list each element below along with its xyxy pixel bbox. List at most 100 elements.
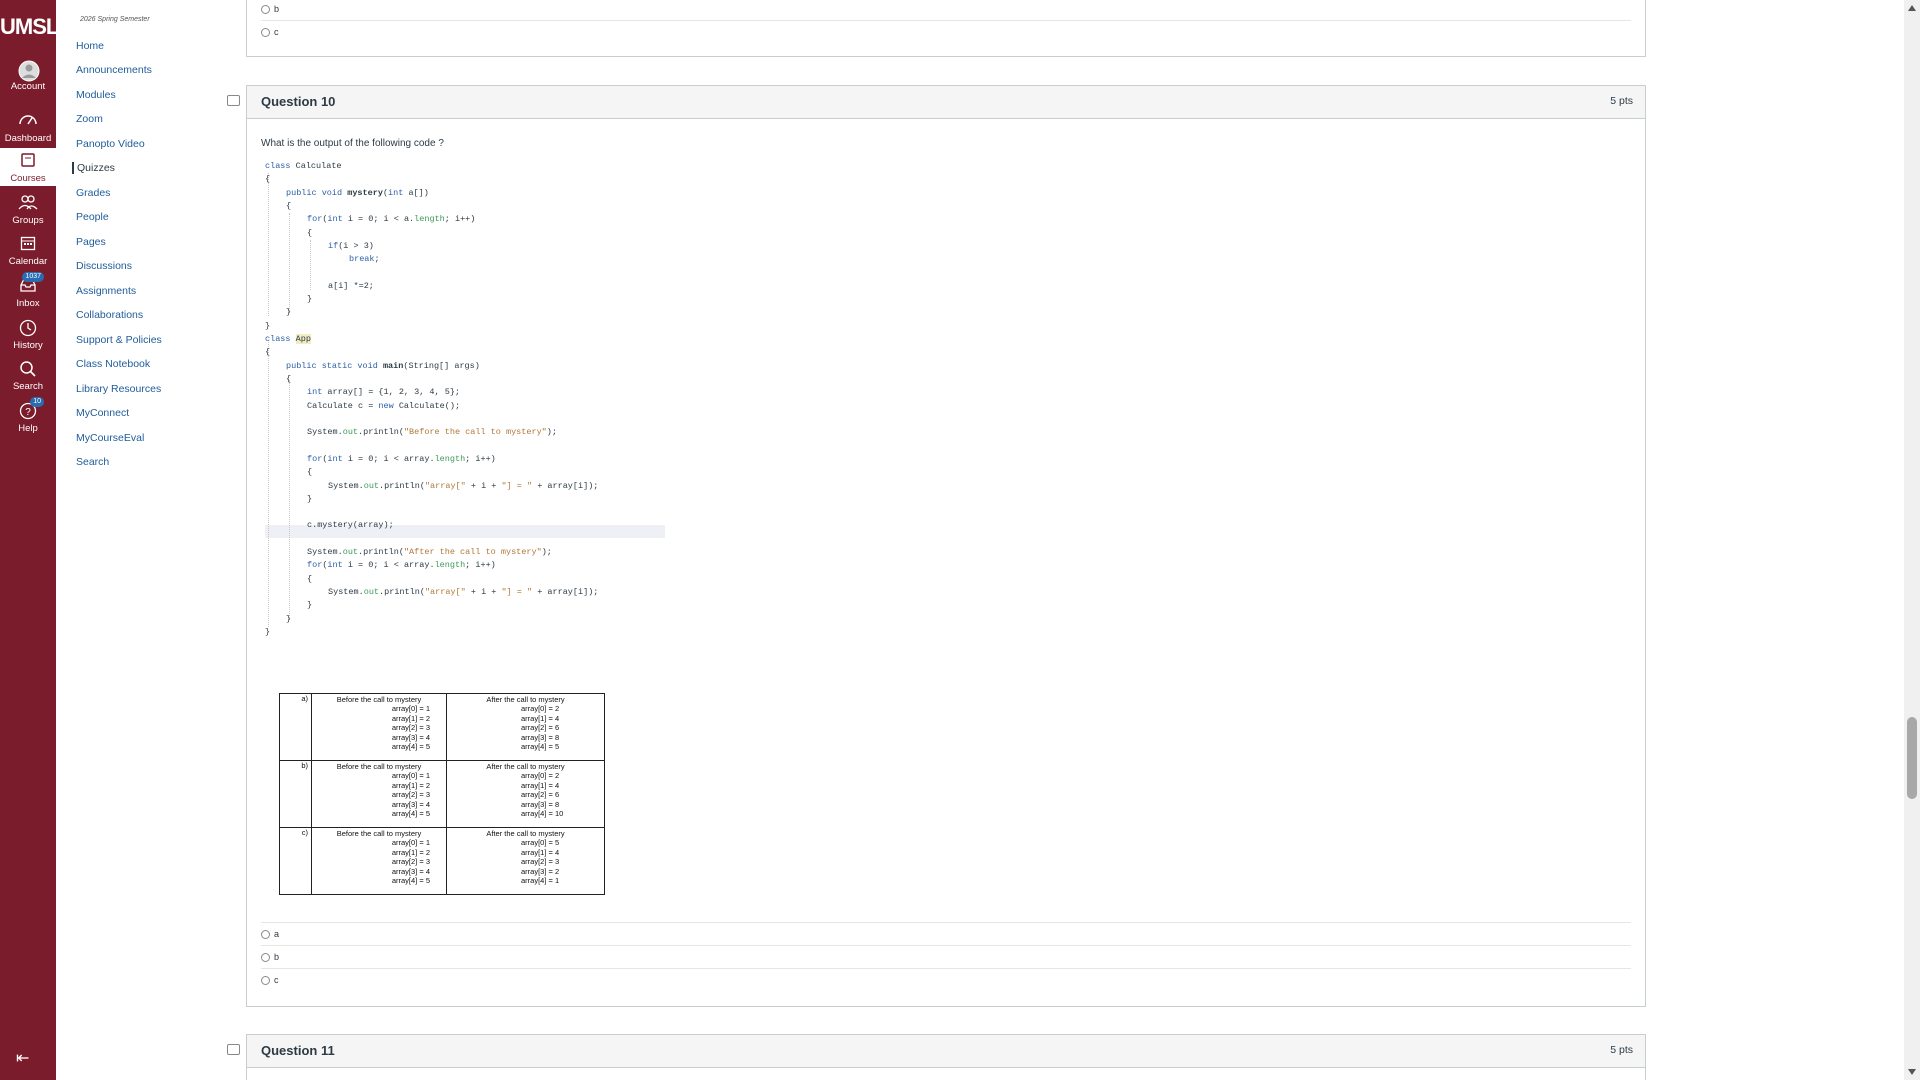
option-after-title: After the call to mystery xyxy=(486,695,565,704)
option-after-title: After the call to mystery xyxy=(486,762,565,771)
answer-label: b xyxy=(274,952,280,962)
nav-calendar[interactable]: Calendar xyxy=(0,235,56,267)
scrollbar-thumb[interactable] xyxy=(1907,717,1917,799)
dashboard-icon xyxy=(18,112,38,130)
page-scrollbar[interactable] xyxy=(1904,0,1920,1080)
course-nav-myconnect[interactable]: MyConnect xyxy=(76,407,129,419)
array-value: array[1] = 4 xyxy=(521,713,560,723)
array-value: array[3] = 4 xyxy=(391,799,430,809)
course-nav-support[interactable]: Support & Policies xyxy=(76,334,162,346)
option-before-title: Before the call to mystery xyxy=(336,695,422,704)
array-value: array[2] = 6 xyxy=(521,723,560,733)
course-nav-collaborations[interactable]: Collaborations xyxy=(76,309,143,321)
array-value: array[1] = 2 xyxy=(391,713,430,723)
nav-history[interactable]: History xyxy=(0,319,56,351)
inbox-icon: 1037 xyxy=(18,272,44,295)
calendar-icon xyxy=(18,235,38,253)
course-nav-class-notebook[interactable]: Class Notebook xyxy=(76,358,150,370)
indent-guide xyxy=(268,173,269,316)
svg-text:?: ? xyxy=(25,407,31,418)
option-before-title: Before the call to mystery xyxy=(336,829,422,838)
nav-dashboard[interactable]: Dashboard xyxy=(0,112,56,144)
answer-option[interactable]: a xyxy=(261,922,1631,946)
indent-guide xyxy=(289,380,290,620)
array-value: array[0] = 5 xyxy=(521,838,560,847)
answer-radio[interactable] xyxy=(261,953,270,962)
array-value: array[2] = 3 xyxy=(391,723,430,733)
answer-radio[interactable] xyxy=(261,976,270,985)
array-value: array[2] = 3 xyxy=(391,790,430,800)
question-title: Question 10 xyxy=(261,94,336,109)
course-nav-zoom[interactable]: Zoom xyxy=(76,113,103,125)
option-before-title: Before the call to mystery xyxy=(336,762,422,771)
umsl-logo[interactable]: UMSL xyxy=(0,14,59,40)
array-value: array[4] = 10 xyxy=(521,809,564,819)
answer-radio[interactable] xyxy=(261,930,270,939)
nav-inbox[interactable]: 1037 Inbox xyxy=(0,272,56,309)
option-letter: c) xyxy=(279,827,312,895)
question-points: 5 pts xyxy=(1610,1044,1633,1056)
array-value: array[1] = 4 xyxy=(521,847,560,857)
array-value: array[3] = 8 xyxy=(521,732,560,742)
array-value: array[3] = 8 xyxy=(521,799,560,809)
answer-label: c xyxy=(274,27,279,37)
scroll-down-icon[interactable] xyxy=(1908,1069,1916,1075)
course-nav-search[interactable]: Search xyxy=(76,456,109,468)
course-nav-discussions[interactable]: Discussions xyxy=(76,260,132,272)
array-value: array[3] = 4 xyxy=(391,866,430,876)
option-before-cell: Before the call to mystery array[0] = 1 … xyxy=(311,693,447,761)
nav-help[interactable]: ? 10 Help xyxy=(0,397,56,434)
array-value: array[2] = 6 xyxy=(521,790,560,800)
answer-label: c xyxy=(274,975,279,985)
course-nav-mycourseeval[interactable]: MyCourseEval xyxy=(76,432,144,444)
collapse-nav-icon[interactable]: ⇤ xyxy=(16,1048,29,1068)
answer-option[interactable]: b xyxy=(261,0,1631,21)
course-nav-pages[interactable]: Pages xyxy=(76,236,106,248)
answer-option[interactable]: c xyxy=(261,20,1631,44)
flag-question-icon[interactable] xyxy=(227,95,240,106)
array-value: array[1] = 2 xyxy=(391,780,430,790)
indent-guide xyxy=(310,240,311,290)
course-nav-panopto[interactable]: Panopto Video xyxy=(76,138,145,150)
array-value: array[0] = 1 xyxy=(391,771,430,780)
question-10-box: Question 10 5 pts What is the output of … xyxy=(246,85,1646,1007)
option-after-cell: After the call to mystery array[0] = 5 a… xyxy=(446,827,605,895)
answer-option[interactable]: b xyxy=(261,945,1631,969)
question-9-box: b c xyxy=(246,0,1646,57)
nav-courses[interactable]: Courses xyxy=(0,148,56,186)
answer-radio[interactable] xyxy=(261,5,270,14)
option-after-title: After the call to mystery xyxy=(486,829,565,838)
nav-search[interactable]: Search xyxy=(0,360,56,392)
indent-guide xyxy=(289,213,290,313)
question-points: 5 pts xyxy=(1610,95,1633,107)
nav-courses-label: Courses xyxy=(10,173,46,184)
array-value: array[4] = 5 xyxy=(391,876,430,886)
array-value: array[0] = 2 xyxy=(521,704,560,713)
array-value: array[1] = 4 xyxy=(521,780,560,790)
global-nav: UMSL Account Dashboard Courses Groups Ca… xyxy=(0,0,59,1080)
course-nav-assignments[interactable]: Assignments xyxy=(76,285,136,297)
code-line-0: Calculate xyxy=(295,161,342,171)
array-value: array[2] = 3 xyxy=(521,857,560,867)
scroll-up-icon[interactable] xyxy=(1908,5,1916,11)
course-nav-announcements[interactable]: Announcements xyxy=(76,64,152,76)
course-nav-quizzes[interactable]: Quizzes xyxy=(72,162,115,174)
nav-account[interactable]: Account xyxy=(0,60,56,92)
course-nav-modules[interactable]: Modules xyxy=(76,89,116,101)
course-nav-library[interactable]: Library Resources xyxy=(76,383,161,395)
nav-groups[interactable]: Groups xyxy=(0,194,56,226)
nav-history-label: History xyxy=(13,340,43,351)
nav-account-label: Account xyxy=(10,81,46,92)
nav-inbox-label: Inbox xyxy=(16,298,40,309)
option-before-cell: Before the call to mystery array[0] = 1 … xyxy=(311,827,447,895)
flag-question-icon[interactable] xyxy=(227,1044,240,1055)
course-nav-people[interactable]: People xyxy=(76,211,109,223)
course-nav-home[interactable]: Home xyxy=(76,40,104,52)
answer-radio[interactable] xyxy=(261,28,270,37)
answer-option[interactable]: c xyxy=(261,968,1631,992)
options-table-image: a) Before the call to mystery array[0] =… xyxy=(279,693,605,895)
term-label: 2026 Spring Semester xyxy=(80,16,150,23)
course-nav-grades[interactable]: Grades xyxy=(76,187,110,199)
search-icon xyxy=(18,360,38,378)
inbox-badge: 1037 xyxy=(22,272,44,282)
